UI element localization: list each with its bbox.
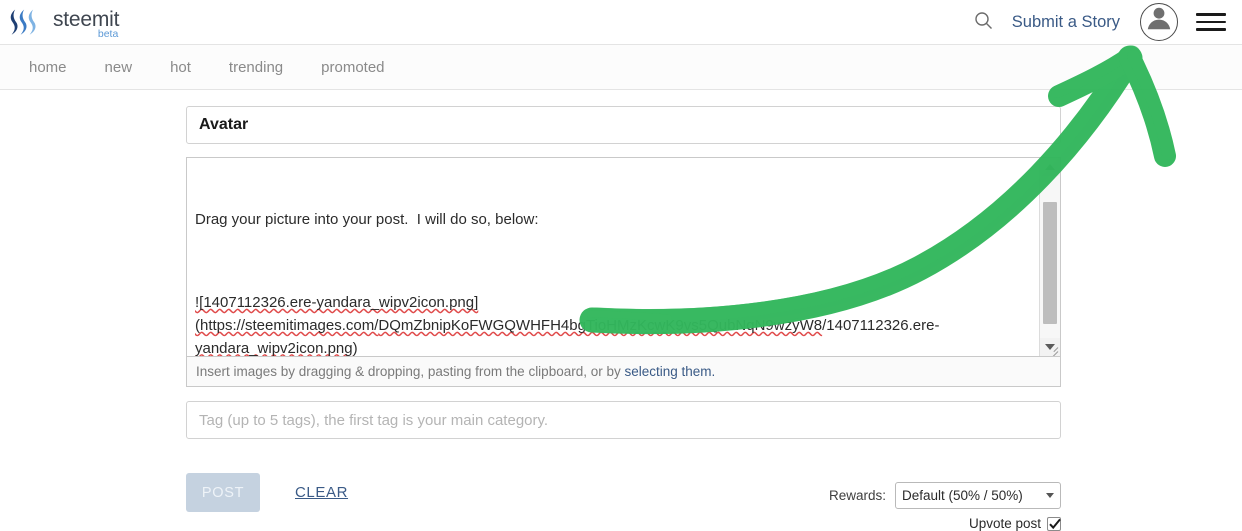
rewards-row: Rewards: Default (50% / 50%) [829, 482, 1061, 509]
hamburger-menu-icon[interactable] [1196, 7, 1226, 37]
markdown-url-close: ) [352, 339, 358, 357]
nav-item-new[interactable]: new [86, 59, 152, 76]
editor-resize-handle[interactable] [1046, 342, 1059, 356]
selecting-them-link[interactable]: selecting them. [625, 364, 716, 379]
post-form: Drag your picture into your post. I will… [186, 106, 1061, 531]
user-avatar-icon [1142, 4, 1176, 40]
markdown-url-hash: DQmZbnipKoFWGQWHFH4bgTioHMzKcwK9vs5QubNq… [378, 316, 823, 334]
post-editor-page: Drag your picture into your post. I will… [0, 90, 1242, 531]
rewards-label: Rewards: [828, 488, 886, 503]
header-actions: Submit a Story [964, 2, 1226, 42]
steemit-logo-icon [8, 6, 44, 40]
nav-item-hot[interactable]: hot [151, 59, 210, 76]
markdown-filename: ![1407112326.ere-yandara_wipv2icon.png] [195, 293, 479, 311]
markdown-url-open: (https://steemitimages.com/ [195, 316, 379, 334]
site-header: steemit beta Submit a Story [0, 0, 1242, 45]
tags-input[interactable] [186, 401, 1061, 439]
editor-helper-bar: Insert images by dragging & dropping, pa… [186, 357, 1061, 387]
brand-logo-link[interactable]: steemit beta [8, 4, 119, 40]
body-markdown-image: ![1407112326.ere-yandara_wipv2icon.png] (… [195, 292, 1030, 357]
clear-button[interactable]: CLEAR [295, 484, 348, 501]
primary-nav: home new hot trending promoted [0, 45, 1242, 90]
checkmark-icon [1049, 518, 1061, 529]
brand-text: steemit beta [53, 4, 119, 40]
editor-actions: POST CLEAR Rewards: Default (50% / 50%) … [186, 473, 1061, 531]
rewards-select[interactable]: Default (50% / 50%) [895, 482, 1061, 509]
nav-item-trending[interactable]: trending [210, 59, 302, 76]
search-icon [974, 11, 993, 33]
scroll-up-button[interactable] [1040, 158, 1060, 176]
post-title-input[interactable] [186, 106, 1061, 144]
hamburger-bar [1196, 28, 1226, 31]
scrollbar-thumb[interactable] [1043, 202, 1057, 324]
post-button[interactable]: POST [186, 473, 260, 512]
upvote-post-label: Upvote post [968, 516, 1041, 531]
body-line-intro: Drag your picture into your post. I will… [195, 210, 539, 228]
post-body-editor[interactable]: Drag your picture into your post. I will… [186, 157, 1061, 357]
submit-a-story-link[interactable]: Submit a Story [1004, 13, 1134, 32]
markdown-url-filepart-2: yandara_wipv2icon.png [195, 339, 353, 357]
markdown-url-filepart-1: 1407112326.ere- [826, 316, 940, 334]
scrollbar-track[interactable] [1040, 176, 1060, 338]
upvote-row[interactable]: Upvote post [829, 516, 1061, 531]
avatar[interactable] [1140, 3, 1178, 41]
nav-item-home[interactable]: home [10, 59, 86, 76]
chevron-up-icon [1045, 164, 1055, 170]
rewards-area: Rewards: Default (50% / 50%) Upvote post [829, 473, 1061, 531]
grip-line [1050, 351, 1059, 356]
hamburger-bar [1196, 13, 1226, 16]
helper-text: Insert images by dragging & dropping, pa… [196, 364, 625, 379]
editor-scrollbar[interactable] [1039, 158, 1060, 356]
brand-name: steemit [53, 8, 120, 31]
post-body-text[interactable]: Drag your picture into your post. I will… [187, 158, 1038, 356]
rewards-select-wrap: Default (50% / 50%) [895, 482, 1061, 509]
hamburger-bar [1196, 20, 1226, 24]
nav-item-promoted[interactable]: promoted [302, 59, 403, 76]
upvote-post-checkbox[interactable] [1047, 516, 1061, 531]
search-button[interactable] [964, 2, 1004, 42]
